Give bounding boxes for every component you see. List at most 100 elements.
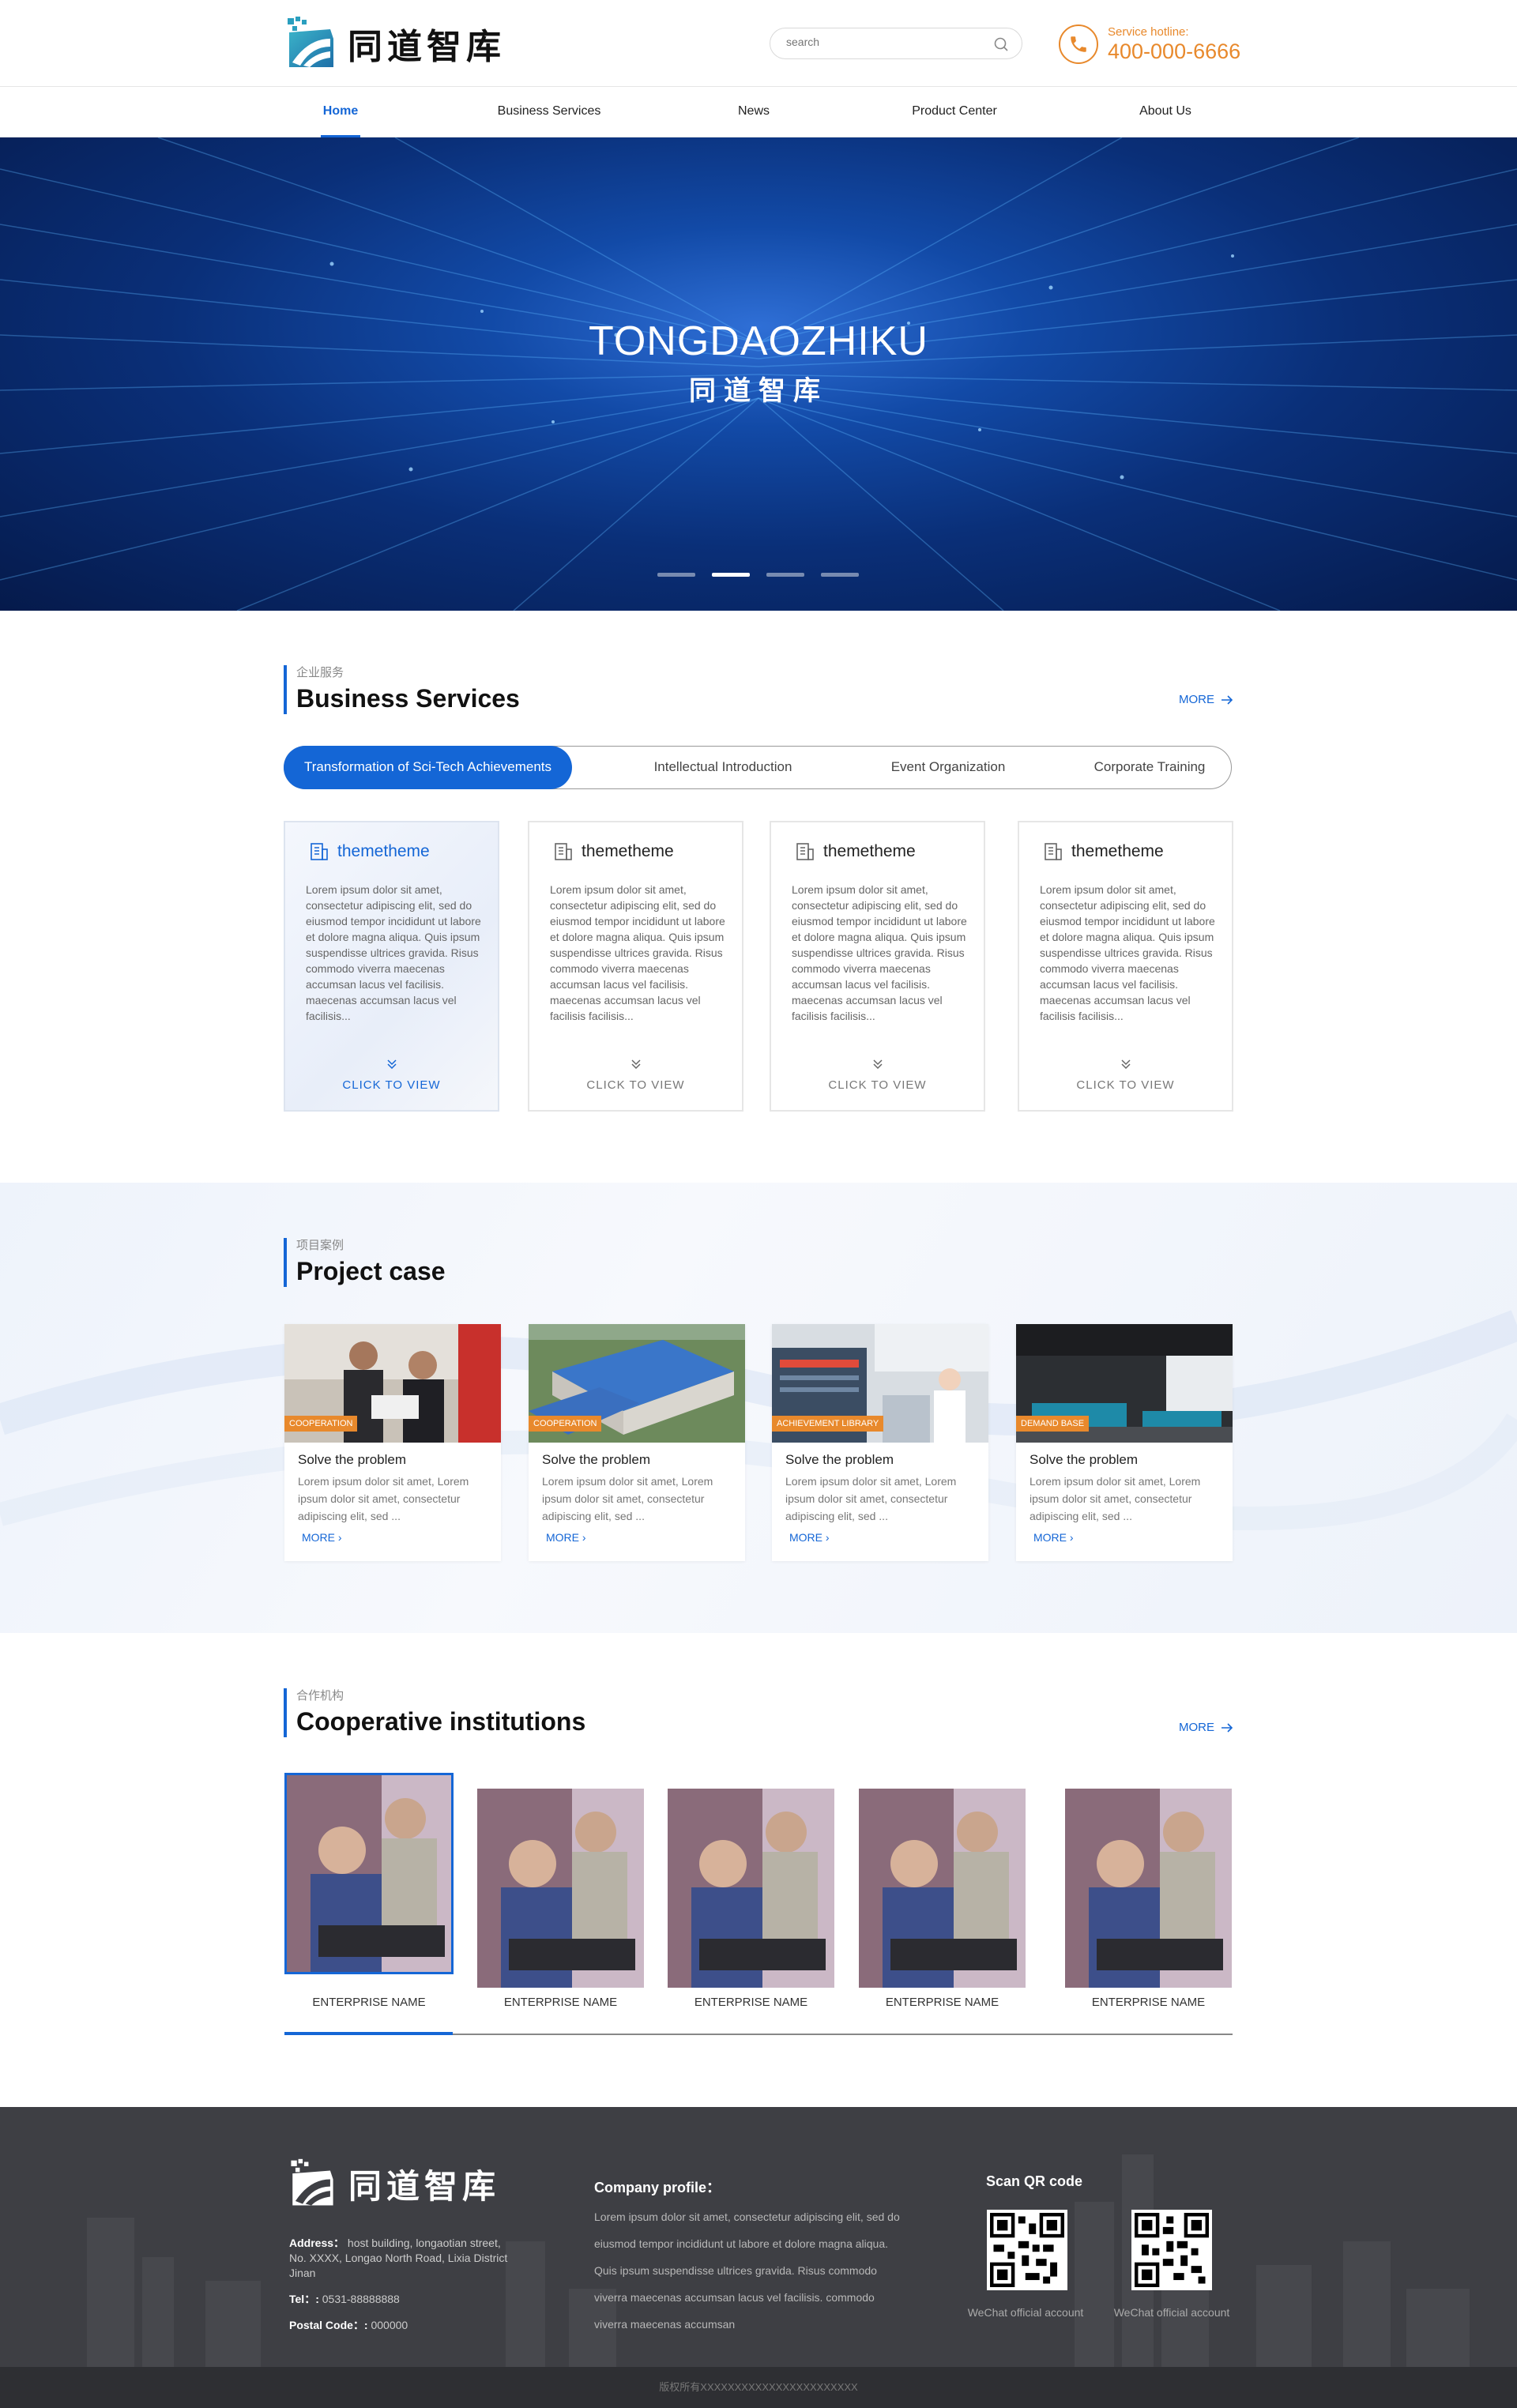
postal-value: 000000 [371,2319,408,2331]
institution-image [284,1773,454,1974]
logo-mark-icon [291,2158,333,2206]
project-more-link[interactable]: MORE › [546,1531,586,1544]
project-more-link[interactable]: MORE › [302,1531,342,1544]
footer-tel: Tel：: 0531-88888888 [289,2292,518,2307]
nav-news[interactable]: News [730,88,777,137]
project-more-link[interactable]: MORE › [1033,1531,1074,1544]
nav-about-us[interactable]: About Us [1131,88,1199,137]
project-desc: Lorem ipsum dolor sit amet, Lorem ipsum … [785,1475,957,1522]
project-title: Solve the problem [785,1452,894,1467]
click-to-view[interactable]: CLICK TO VIEW [285,1078,498,1092]
footer-address: Address： host building, longaotian stree… [289,2236,518,2281]
banner-dot-4[interactable] [821,573,859,577]
project-card[interactable]: COOPERATION Solve the problem Lorem ipsu… [284,1324,501,1561]
logo-mark-icon [288,17,333,67]
project-title: Solve the problem [542,1452,651,1467]
institution-image [1065,1789,1232,1988]
click-to-view[interactable]: CLICK TO VIEW [1019,1078,1232,1092]
click-to-view[interactable]: CLICK TO VIEW [771,1078,984,1092]
logo-text: 同道智库 [348,27,506,67]
service-card-title: themetheme [582,842,674,860]
service-card[interactable]: themetheme Lorem ipsum dolor sit amet, c… [284,821,499,1112]
institution-name: ENTERPRISE NAME [694,1996,808,2009]
site-logo[interactable]: 同道智库 [284,14,506,73]
more-label: MORE [546,1531,579,1544]
services-heading: 企业服务 Business Services [284,665,520,714]
copyright: 版权所有XXXXXXXXXXXXXXXXXXXXXXX [0,2367,1517,2408]
chevron-right-icon: › [825,1531,830,1544]
service-card[interactable]: themetheme Lorem ipsum dolor sit amet, c… [1018,821,1233,1112]
main-nav: Home Business Services News Product Cent… [0,88,1517,137]
qr-label: WeChat official account [1113,2306,1230,2319]
tab-intellectual-introduction[interactable]: Intellectual Introduction [616,746,830,789]
project-section-bg [0,1183,1517,1633]
footer-logo-text: 同道智库 [348,2166,501,2206]
project-more-link[interactable]: MORE › [789,1531,830,1544]
service-card[interactable]: themetheme Lorem ipsum dolor sit amet, c… [770,821,985,1112]
project-desc: Lorem ipsum dolor sit amet, Lorem ipsum … [1030,1475,1201,1522]
hero-banner: TONGDAOZHIKU 同道智库 [0,137,1517,611]
tab-event-organization[interactable]: Event Organization [853,746,1043,789]
project-title: Solve the problem [298,1452,407,1467]
chevron-down-icon [631,1059,641,1070]
banner-dot-3[interactable] [766,573,804,577]
search-icon[interactable] [993,36,1009,52]
institution-name: ENTERPRISE NAME [885,1996,999,2009]
nav-business-services[interactable]: Business Services [490,88,608,137]
address-label: Address： [289,2237,345,2249]
chevron-right-icon: › [582,1531,586,1544]
cooperation-label-cn: 合作机构 [296,1689,344,1703]
project-card[interactable]: DEMAND BASE Solve the problem Lorem ipsu… [1016,1324,1233,1561]
nav-home[interactable]: Home [321,88,360,137]
qr-title: Scan QR code [986,2173,1083,2189]
service-hotline: Service hotline: 400-000-6666 [1059,22,1240,66]
project-tag: ACHIEVEMENT LIBRARY [772,1416,884,1432]
service-card[interactable]: themetheme Lorem ipsum dolor sit amet, c… [528,821,743,1112]
institution-name: ENTERPRISE NAME [312,1996,426,2009]
hotline-number: 400-000-6666 [1108,40,1241,63]
services-tabs: Transformation of Sci-Tech Achievements … [284,746,1232,789]
chevron-right-icon: › [337,1531,342,1544]
search-box [770,28,1022,59]
arrow-right-icon [1222,694,1233,705]
banner-title: TONGDAOZHIKU [589,318,928,364]
service-card-title: themetheme [337,842,430,860]
postal-label: Postal Code：: [289,2319,368,2331]
cooperation-heading: 合作机构 Cooperative institutions [284,1688,585,1737]
cooperation-title: Cooperative institutions [296,1707,586,1736]
footer-logo[interactable]: 同道智库 [287,2158,500,2210]
site-footer: 同道智库 Address： host building, longaotian … [0,2107,1517,2408]
service-card-title: themetheme [1071,842,1164,860]
footer-postal: Postal Code：: 000000 [289,2318,518,2333]
qr-code-icon [987,2210,1067,2290]
tab-corporate-training[interactable]: Corporate Training [1067,746,1233,789]
building-icon [796,843,814,860]
services-more-link[interactable]: MORE [1179,693,1233,706]
building-icon [555,843,572,860]
cooperation-more-link[interactable]: MORE [1179,1721,1233,1734]
phone-icon [1059,24,1098,64]
chevron-right-icon: › [1069,1531,1074,1544]
project-card[interactable]: COOPERATION Solve the problem Lorem ipsu… [529,1324,745,1561]
banner-pagination [657,573,859,577]
projects-heading: 项目案例 Project case [284,1238,446,1287]
tab-sci-tech-achievements[interactable]: Transformation of Sci-Tech Achievements [284,746,572,789]
service-card-desc: Lorem ipsum dolor sit amet, consectetur … [550,883,725,1022]
company-profile-text: Lorem ipsum dolor sit amet, consectetur … [594,2210,900,2331]
more-label: MORE [1179,693,1214,706]
search-input[interactable] [786,36,976,48]
project-tag: COOPERATION [284,1416,358,1432]
institution-image [668,1789,834,1988]
more-label: MORE [302,1531,335,1544]
arrow-right-icon [1222,1722,1233,1733]
project-tag: DEMAND BASE [1016,1416,1090,1432]
building-icon [311,843,328,860]
banner-dot-2[interactable] [712,573,750,577]
project-card[interactable]: ACHIEVEMENT LIBRARY Solve the problem Lo… [772,1324,988,1561]
project-tag: COOPERATION [529,1416,602,1432]
click-to-view[interactable]: CLICK TO VIEW [529,1078,742,1092]
banner-dot-1[interactable] [657,573,695,577]
projects-label-cn: 项目案例 [296,1239,344,1252]
nav-product-center[interactable]: Product Center [903,88,1006,137]
qr-label: WeChat official account [967,2306,1084,2319]
